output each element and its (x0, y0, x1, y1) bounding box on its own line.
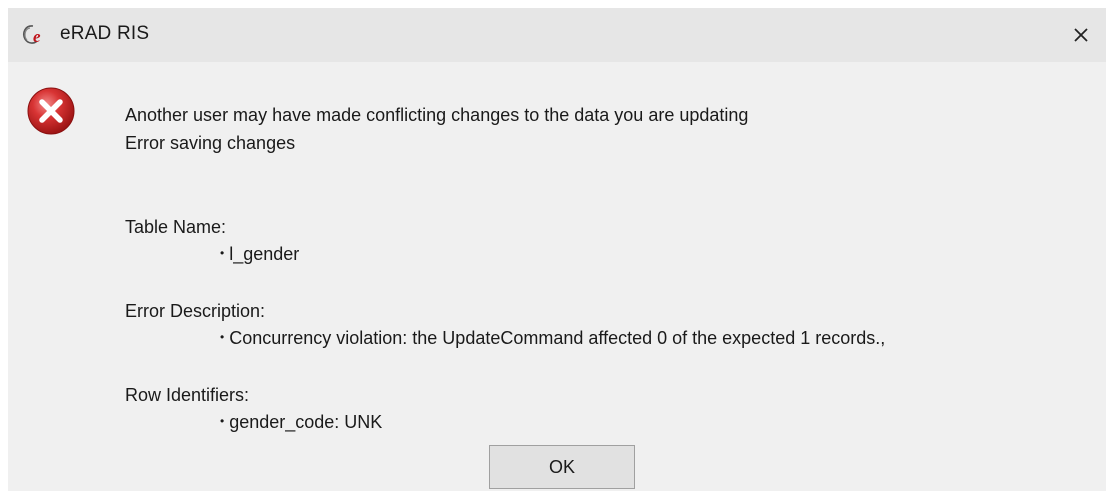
row-identifiers-label: Row Identifiers: (125, 385, 250, 405)
error-message-line1: Another user may have made conflicting c… (125, 105, 749, 125)
error-description-value: Concurrency violation: the UpdateCommand… (220, 328, 885, 349)
close-icon[interactable] (1068, 22, 1094, 48)
error-message-line2: Error saving changes (125, 133, 296, 153)
table-name-value: l_gender (220, 244, 299, 265)
svg-text:e: e (33, 27, 41, 46)
erad-logo-icon: e (20, 22, 50, 48)
error-dialog: e eRAD RIS Another user may have made co (8, 8, 1106, 491)
title-bar[interactable]: e eRAD RIS (8, 8, 1106, 62)
error-description-label: Error Description: (125, 301, 266, 321)
table-name-label: Table Name: (125, 217, 227, 237)
row-identifiers-value: gender_code: UNK (220, 412, 382, 433)
ok-button[interactable]: OK (489, 445, 635, 489)
window-title: eRAD RIS (60, 23, 150, 44)
error-icon (26, 86, 76, 136)
